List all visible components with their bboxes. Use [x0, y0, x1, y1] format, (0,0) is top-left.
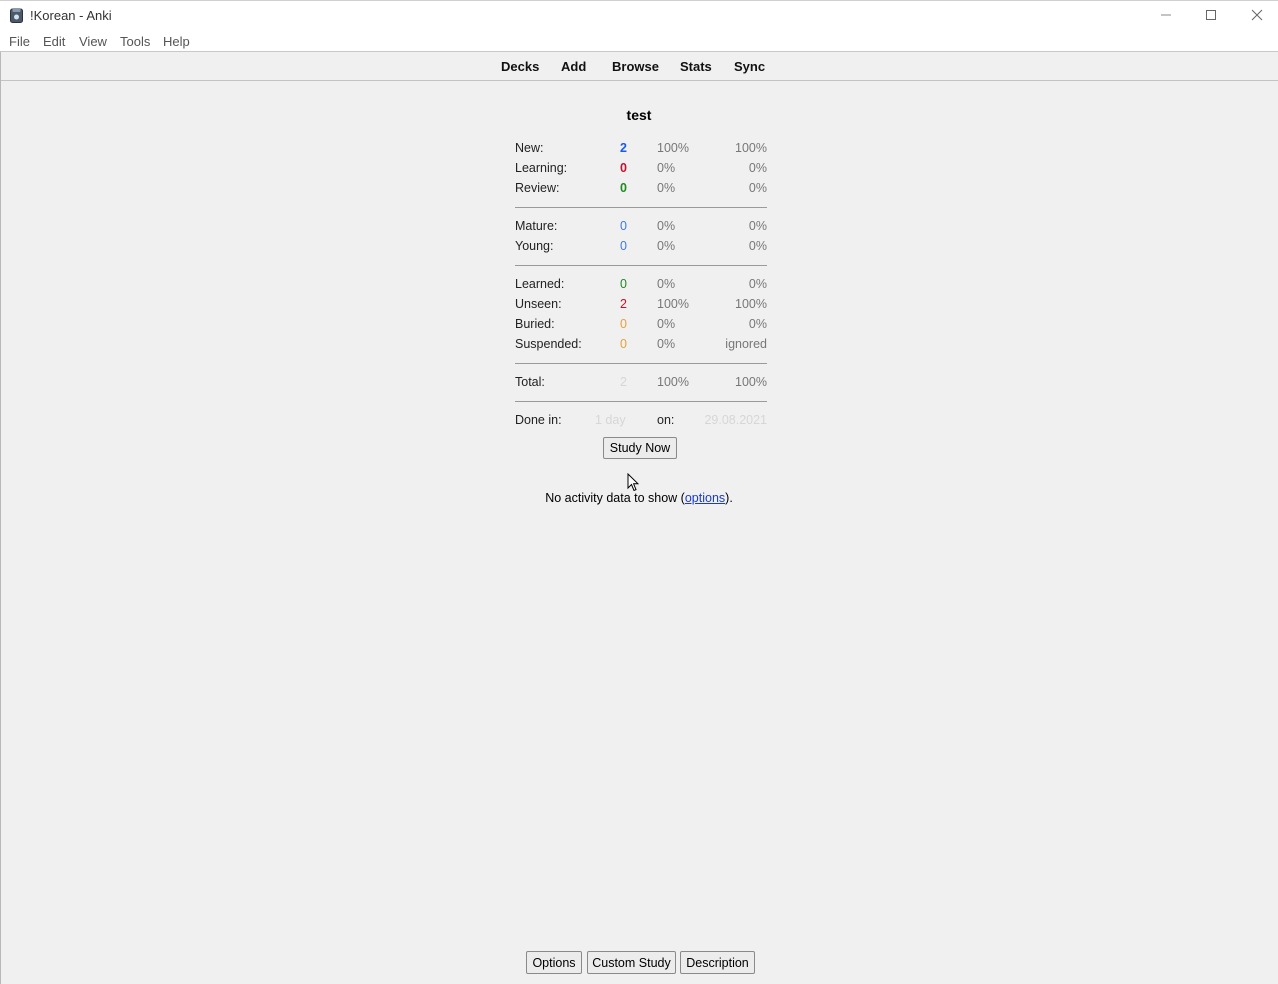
stat-count: 2 [620, 297, 627, 311]
stat-row-suspended: Suspended: 0 0% ignored [515, 335, 767, 355]
stat-percent-2: 0% [748, 161, 767, 175]
stat-count: 0 [620, 219, 627, 233]
stat-percent-2: ignored [725, 337, 767, 351]
menu-edit[interactable]: Edit [43, 34, 65, 49]
stat-label: Learned: [515, 277, 565, 291]
stat-percent: 0% [657, 161, 676, 175]
deck-title: test [626, 107, 652, 123]
toolbar-sync[interactable]: Sync [734, 59, 765, 74]
stat-count: 0 [620, 337, 627, 351]
menu-view[interactable]: View [79, 34, 107, 49]
stat-row-total: Total: 2 100% 100% [515, 373, 767, 393]
stat-label: Suspended: [515, 337, 582, 351]
deck-overview: test New: 2 100% 100% Learning: 0 0% 0% … [0, 81, 1278, 941]
title-bar: !Korean - Anki [0, 0, 1278, 30]
stat-count: 0 [620, 161, 627, 175]
activity-text: No activity data to show ( [545, 491, 685, 505]
stat-row-review: Review: 0 0% 0% [515, 179, 767, 199]
divider [515, 363, 767, 364]
stat-label: Done in: [515, 413, 562, 427]
stat-count: 2 [620, 141, 627, 155]
stat-percent: 0% [657, 181, 676, 195]
activity-message: No activity data to show (options). [0, 491, 1278, 505]
stat-percent-2: 0% [748, 277, 767, 291]
stat-row-unseen: Unseen: 2 100% 100% [515, 295, 767, 315]
maximize-button[interactable] [1188, 1, 1234, 31]
stat-label: Total: [515, 375, 545, 389]
stat-count: 0 [620, 181, 627, 195]
window-title: !Korean - Anki [30, 8, 112, 23]
activity-text-end: ). [725, 491, 733, 505]
stat-percent: 0% [657, 317, 676, 331]
stat-count: 2 [620, 375, 627, 389]
study-now-button[interactable]: Study Now [603, 437, 677, 459]
stat-row-young: Young: 0 0% 0% [515, 237, 767, 257]
stat-row-done: Done in: 1 day on: 29.08.2021 [515, 411, 767, 431]
stat-label: Unseen: [515, 297, 562, 311]
minimize-button[interactable] [1143, 1, 1189, 31]
custom-study-button[interactable]: Custom Study [587, 951, 676, 974]
menu-file[interactable]: File [9, 34, 30, 49]
toolbar-decks[interactable]: Decks [501, 59, 539, 74]
stat-percent-2: 100% [735, 297, 767, 311]
minimize-icon [1160, 9, 1172, 24]
stat-percent-2: 100% [735, 141, 767, 155]
close-icon [1251, 9, 1263, 24]
stat-row-mature: Mature: 0 0% 0% [515, 217, 767, 237]
stat-row-learned: Learned: 0 0% 0% [515, 275, 767, 295]
stat-percent-2: 0% [748, 317, 767, 331]
divider [515, 401, 767, 402]
maximize-icon [1205, 9, 1217, 24]
stat-percent-2: 0% [748, 181, 767, 195]
activity-options-link[interactable]: options [685, 491, 725, 505]
stat-percent: 0% [657, 219, 676, 233]
stat-percent: 0% [657, 239, 676, 253]
stat-percent: 100% [657, 375, 689, 389]
toolbar-browse[interactable]: Browse [612, 59, 659, 74]
menu-bar: File Edit View Tools Help [0, 30, 1278, 52]
stat-count: 0 [620, 239, 627, 253]
stat-percent-2: 100% [735, 375, 767, 389]
bottom-button-bar: Options Custom Study Description [0, 951, 1278, 975]
toolbar-add[interactable]: Add [561, 59, 586, 74]
toolbar-stats[interactable]: Stats [680, 59, 712, 74]
close-button[interactable] [1234, 1, 1278, 31]
stat-label: Learning: [515, 161, 568, 175]
stat-row-buried: Buried: 0 0% 0% [515, 315, 767, 335]
stat-percent: 0% [657, 277, 676, 291]
stat-label: Review: [515, 181, 560, 195]
done-on-label: on: [657, 413, 675, 427]
stat-percent: 0% [657, 337, 676, 351]
divider [515, 265, 767, 266]
stat-label: New: [515, 141, 544, 155]
options-button[interactable]: Options [526, 951, 582, 974]
stat-count: 0 [620, 277, 627, 291]
top-toolbar: Decks Add Browse Stats Sync [0, 52, 1278, 81]
stat-percent-2: 0% [748, 239, 767, 253]
description-button[interactable]: Description [680, 951, 755, 974]
menu-tools[interactable]: Tools [120, 34, 150, 49]
stat-row-learning: Learning: 0 0% 0% [515, 159, 767, 179]
done-on-date: 29.08.2021 [704, 413, 767, 427]
mouse-cursor-icon [627, 472, 640, 495]
stat-percent: 100% [657, 141, 689, 155]
stat-row-new: New: 2 100% 100% [515, 139, 767, 159]
divider [515, 207, 767, 208]
stat-label: Young: [515, 239, 554, 253]
stat-label: Mature: [515, 219, 558, 233]
stat-count: 0 [620, 317, 627, 331]
deck-stats-table: New: 2 100% 100% Learning: 0 0% 0% Revie… [515, 139, 767, 431]
anki-app-icon [10, 8, 23, 23]
menu-help[interactable]: Help [163, 34, 190, 49]
stat-percent-2: 0% [748, 219, 767, 233]
stat-percent: 100% [657, 297, 689, 311]
stat-label: Buried: [515, 317, 555, 331]
done-in-value: 1 day [595, 413, 626, 427]
